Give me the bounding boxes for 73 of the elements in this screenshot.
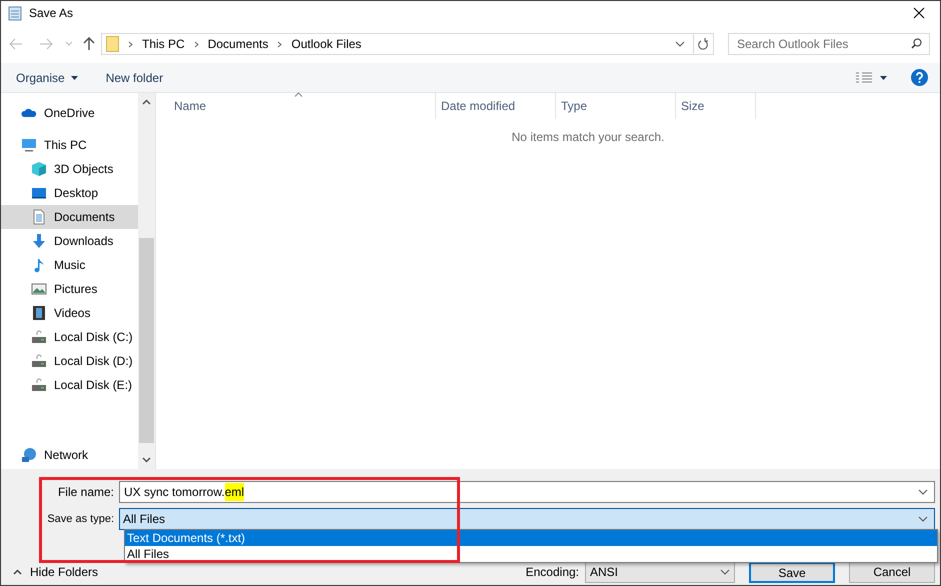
sidebar-item[interactable]: Downloads bbox=[1, 229, 138, 253]
up-arrow-icon[interactable] bbox=[83, 37, 95, 51]
selected-text: eml bbox=[224, 483, 244, 501]
chevron-down-icon[interactable] bbox=[918, 489, 928, 495]
file-name-field[interactable]: UX sync tomorrow.eml bbox=[119, 481, 935, 503]
column-header[interactable]: Size bbox=[676, 93, 756, 119]
organise-button[interactable]: Organise bbox=[16, 68, 78, 86]
caret-icon bbox=[70, 76, 78, 80]
globe-icon bbox=[21, 447, 37, 463]
hide-folders-button[interactable]: Hide Folders bbox=[13, 563, 98, 581]
scrollbar[interactable] bbox=[138, 93, 155, 469]
sidebar-item[interactable]: 3D Objects bbox=[1, 157, 138, 181]
chevron-right-icon bbox=[128, 40, 133, 48]
refresh-icon[interactable] bbox=[698, 38, 709, 50]
film-icon bbox=[31, 305, 47, 321]
help-icon[interactable] bbox=[911, 69, 928, 86]
file-name-label: File name: bbox=[56, 484, 115, 501]
breadcrumb-item[interactable]: Outlook Files bbox=[291, 35, 362, 53]
scroll-down-icon[interactable] bbox=[142, 457, 151, 463]
picture-icon bbox=[31, 281, 47, 297]
sidebar-item[interactable]: Local Disk (C:) bbox=[1, 325, 138, 349]
save-as-type-label: Save as type: bbox=[46, 512, 115, 527]
chevron-down-icon bbox=[918, 516, 928, 522]
close-icon bbox=[913, 7, 925, 19]
sidebar-item[interactable]: Network bbox=[1, 443, 138, 467]
breadcrumb-item[interactable]: Documents bbox=[208, 35, 268, 53]
sidebar-item[interactable]: Videos bbox=[1, 301, 138, 325]
sidebar-item[interactable]: Pictures bbox=[1, 277, 138, 301]
chevron-right-icon bbox=[194, 40, 199, 48]
view-options-button[interactable] bbox=[856, 72, 887, 84]
sidebar-item[interactable]: Music bbox=[1, 253, 138, 277]
encoding-dropdown[interactable]: ANSI bbox=[585, 562, 735, 582]
chevron-right-icon bbox=[277, 40, 282, 48]
encoding-label: Encoding: bbox=[526, 564, 579, 581]
desktop-icon bbox=[31, 185, 47, 201]
sidebar-item[interactable]: This PC bbox=[1, 133, 138, 157]
column-header[interactable]: Type bbox=[556, 93, 676, 119]
computer-icon bbox=[21, 137, 37, 153]
save-as-type-dropdown[interactable]: All Files bbox=[119, 508, 935, 530]
scroll-up-icon[interactable] bbox=[142, 99, 151, 105]
drive-icon bbox=[31, 329, 47, 345]
save-button[interactable]: Save bbox=[749, 562, 835, 582]
notepad-icon bbox=[7, 5, 23, 21]
column-header[interactable]: Name bbox=[174, 93, 436, 119]
drive-icon bbox=[31, 353, 47, 369]
breadcrumb-item[interactable]: This PC bbox=[142, 35, 185, 53]
sidebar-item[interactable]: Local Disk (E:) bbox=[1, 373, 138, 397]
address-bar[interactable]: This PC Documents Outlook Files bbox=[101, 33, 714, 55]
search-field[interactable]: Search Outlook Files bbox=[728, 33, 930, 55]
search-icon bbox=[911, 38, 922, 49]
empty-message: No items match your search. bbox=[512, 129, 664, 146]
cancel-button[interactable]: Cancel bbox=[849, 562, 935, 582]
window-title: Save As bbox=[29, 5, 74, 22]
chevron-up-icon bbox=[13, 569, 22, 575]
sidebar-item[interactable]: Local Disk (D:) bbox=[1, 349, 138, 373]
sort-caret-icon bbox=[294, 92, 303, 97]
list-view-icon bbox=[856, 72, 872, 84]
chevron-down-icon[interactable] bbox=[675, 41, 685, 47]
drive-icon bbox=[31, 377, 47, 393]
new-folder-button[interactable]: New folder bbox=[106, 68, 164, 86]
sidebar-item[interactable]: Documents bbox=[1, 205, 138, 229]
column-header[interactable]: Date modified bbox=[436, 93, 556, 119]
down-arrow-icon bbox=[31, 233, 47, 249]
cube-icon bbox=[31, 161, 47, 177]
document-icon bbox=[31, 209, 47, 225]
sidebar-item[interactable]: OneDrive bbox=[1, 101, 138, 125]
dropdown-option[interactable]: All Files bbox=[125, 546, 937, 562]
caret-icon bbox=[880, 76, 887, 80]
chevron-down-icon bbox=[720, 569, 730, 575]
dropdown-option[interactable]: Text Documents (*.txt) bbox=[125, 530, 937, 546]
scroll-thumb[interactable] bbox=[139, 238, 154, 443]
sidebar-item[interactable]: Desktop bbox=[1, 181, 138, 205]
folder-icon bbox=[106, 36, 119, 52]
